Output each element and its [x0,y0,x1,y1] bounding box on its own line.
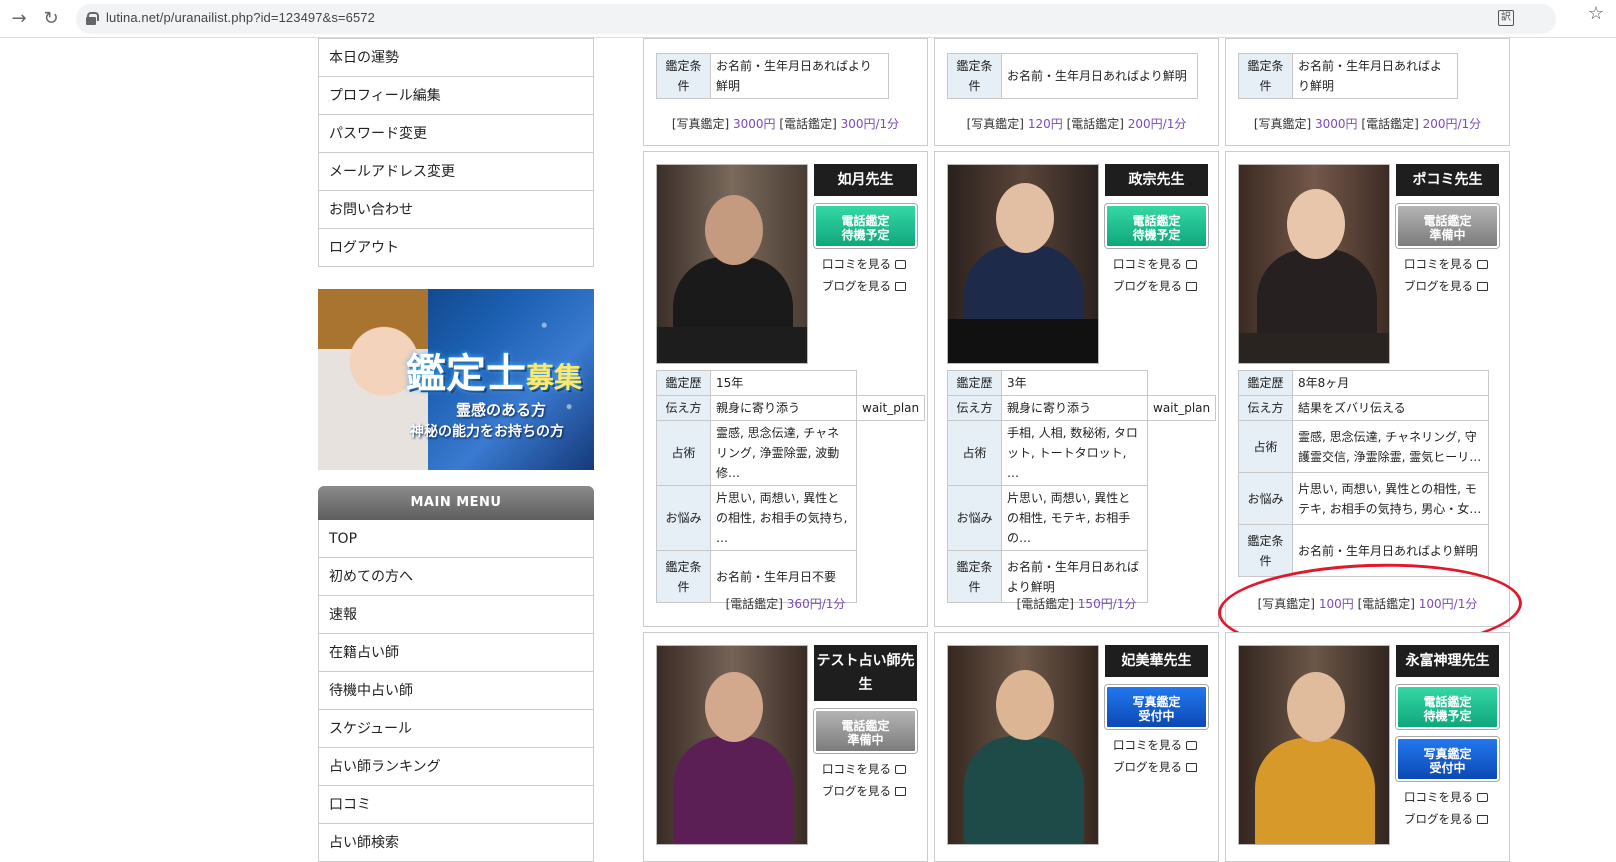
menu-item-waiting[interactable]: 待機中占い師 [319,672,593,710]
profile-table: 鑑定歴 3年 伝え方 親身に寄り添う wait_plan 占術 手相, 人相, 数秘術,… [947,370,1217,603]
browser-toolbar: → ↻ lutina.net/p/uranailist.php?id=12349… [0,0,1616,38]
address-bar[interactable]: lutina.net/p/uranailist.php?id=123497&s=… [76,4,1556,34]
status-button[interactable]: 電話鑑定 準備中 [1396,204,1499,248]
window-icon [895,282,906,291]
menu-item-password[interactable]: パスワード変更 [319,115,593,153]
translate-icon[interactable]: 訳 [1498,10,1514,26]
fortune-teller-card[interactable]: 如月先生 電話鑑定 待機予定 口コミを見る ブログを見る 鑑定歴 15年 伝え方親… [643,151,928,627]
comment-icon [895,260,906,269]
fortune-teller-card[interactable]: 妃美華先生 写真鑑定 受付中 口コミを見る ブログを見る [934,632,1219,862]
banner-line2: 神秘の能力をお持ちの方 [410,424,564,440]
forward-icon[interactable]: → [8,8,30,30]
review-link[interactable]: 口コミを見る [1113,737,1197,753]
review-link[interactable]: 口コミを見る [1113,256,1197,272]
menu-item-profile[interactable]: プロフィール編集 [319,77,593,115]
window-icon [1186,763,1197,772]
comment-icon [895,765,906,774]
menu-item-ranking[interactable]: 占い師ランキング [319,748,593,786]
fortune-teller-photo[interactable] [656,645,808,845]
price-line: [写真鑑定] 3000円 [電話鑑定] 300円/1分 [671,117,900,131]
menu-item-news[interactable]: 速報 [319,596,593,634]
lock-icon [86,12,99,25]
comment-icon [1477,793,1488,802]
bookmark-star-icon[interactable]: ☆ [1588,3,1604,24]
fortune-teller-photo[interactable] [1238,645,1390,845]
price-line: [電話鑑定] 150円/1分 [1016,597,1137,611]
main-menu-header: MAIN MENU [318,486,594,520]
fortune-teller-card[interactable]: ポコミ先生 電話鑑定 準備中 口コミを見る ブログを見る 鑑定歴 8年8ヶ月 伝え… [1225,151,1510,627]
status-button[interactable]: 電話鑑定 待機予定 [1105,204,1208,248]
recruit-banner[interactable]: 鑑定士募集 霊感のある方 神秘の能力をお持ちの方 [318,289,594,470]
account-menu: 本日の運勢 プロフィール編集 パスワード変更 メールアドレス変更 お問い合わせ … [318,38,594,267]
blog-link[interactable]: ブログを見る [822,783,906,799]
blog-link[interactable]: ブログを見る [1404,811,1488,827]
blog-link[interactable]: ブログを見る [822,278,906,294]
profile-table: 鑑定歴 15年 伝え方 親身に寄り添う wait_plan 占術 霊感, 思念伝達, チ… [656,370,926,603]
menu-item-fortune-tellers[interactable]: 在籍占い師 [319,634,593,672]
card-top-3: 鑑定条件 お名前・生年月日あればより鮮明 [写真鑑定] 3000円 [電話鑑定] … [1225,38,1510,146]
banner-line1: 霊感のある方 [456,401,547,419]
reload-icon[interactable]: ↻ [40,8,62,30]
menu-item-logout[interactable]: ログアウト [319,229,593,267]
window-icon [1477,282,1488,291]
blog-link[interactable]: ブログを見る [1113,278,1197,294]
comment-icon [1186,741,1197,750]
banner-title: 鑑定士募集 [406,350,583,397]
blog-link[interactable]: ブログを見る [1404,278,1488,294]
fortune-teller-card[interactable]: テスト占い師先生 電話鑑定 準備中 口コミを見る ブログを見る [643,632,928,862]
menu-item-contact[interactable]: お問い合わせ [319,191,593,229]
fortune-teller-name[interactable]: 妃美華先生 [1105,645,1208,677]
menu-item-fortune[interactable]: 本日の運勢 [319,39,593,77]
window-icon [1477,815,1488,824]
menu-item-top[interactable]: TOP [319,520,593,558]
fortune-teller-card[interactable]: 永富神理先生 電話鑑定 待機予定 写真鑑定 受付中 口コミを見る ブログを見る [1225,632,1510,862]
window-icon [1186,282,1197,291]
main-menu: TOP 初めての方へ 速報 在籍占い師 待機中占い師 スケジュール 占い師ランキ… [318,520,594,862]
status-button-photo[interactable]: 写真鑑定 受付中 [1396,737,1499,781]
fortune-teller-name[interactable]: 如月先生 [814,164,917,196]
review-link[interactable]: 口コミを見る [822,761,906,777]
comment-icon [1477,260,1488,269]
fortune-teller-photo[interactable] [656,164,808,364]
fortune-teller-name[interactable]: 永富神理先生 [1396,645,1499,677]
price-line: [写真鑑定] 3000円 [電話鑑定] 200円/1分 [1253,117,1482,131]
blog-link[interactable]: ブログを見る [1113,759,1197,775]
price-line: [写真鑑定] 120円 [電話鑑定] 200円/1分 [966,117,1187,131]
review-link[interactable]: 口コミを見る [1404,789,1488,805]
fortune-teller-name[interactable]: 政宗先生 [1105,164,1208,196]
review-link[interactable]: 口コミを見る [1404,256,1488,272]
status-button[interactable]: 電話鑑定 待機予定 [1396,685,1499,729]
comment-icon [1186,260,1197,269]
profile-table: 鑑定歴 8年8ヶ月 伝え方 結果をズバリ伝える 占術 霊感, 思念伝達, チャネリング… [1238,370,1489,577]
status-button[interactable]: 電話鑑定 準備中 [814,709,917,753]
menu-item-email[interactable]: メールアドレス変更 [319,153,593,191]
fortune-teller-card[interactable]: 政宗先生 電話鑑定 待機予定 口コミを見る ブログを見る 鑑定歴 3年 伝え方 親身… [934,151,1219,627]
menu-item-reviews[interactable]: 口コミ [319,786,593,824]
menu-item-schedule[interactable]: スケジュール [319,710,593,748]
fortune-teller-photo[interactable] [947,164,1099,364]
card-top-2: 鑑定条件 お名前・生年月日あればより鮮明 [写真鑑定] 120円 [電話鑑定] 2… [934,38,1219,146]
status-button[interactable]: 電話鑑定 待機予定 [814,204,917,248]
status-button[interactable]: 写真鑑定 受付中 [1105,685,1208,729]
review-link[interactable]: 口コミを見る [822,256,906,272]
window-icon [895,787,906,796]
url-text: lutina.net/p/uranailist.php?id=123497&s=… [106,10,375,25]
card-top-1: 鑑定条件 お名前・生年月日あればより鮮明 [写真鑑定] 3000円 [電話鑑定] … [643,38,928,146]
menu-item-search[interactable]: 占い師検索 [319,824,593,862]
fortune-teller-photo[interactable] [947,645,1099,845]
menu-item-beginners[interactable]: 初めての方へ [319,558,593,596]
fortune-teller-name[interactable]: テスト占い師先生 [814,645,917,701]
fortune-teller-name[interactable]: ポコミ先生 [1396,164,1499,196]
fortune-teller-photo[interactable] [1238,164,1390,364]
price-line: [電話鑑定] 360円/1分 [725,597,846,611]
